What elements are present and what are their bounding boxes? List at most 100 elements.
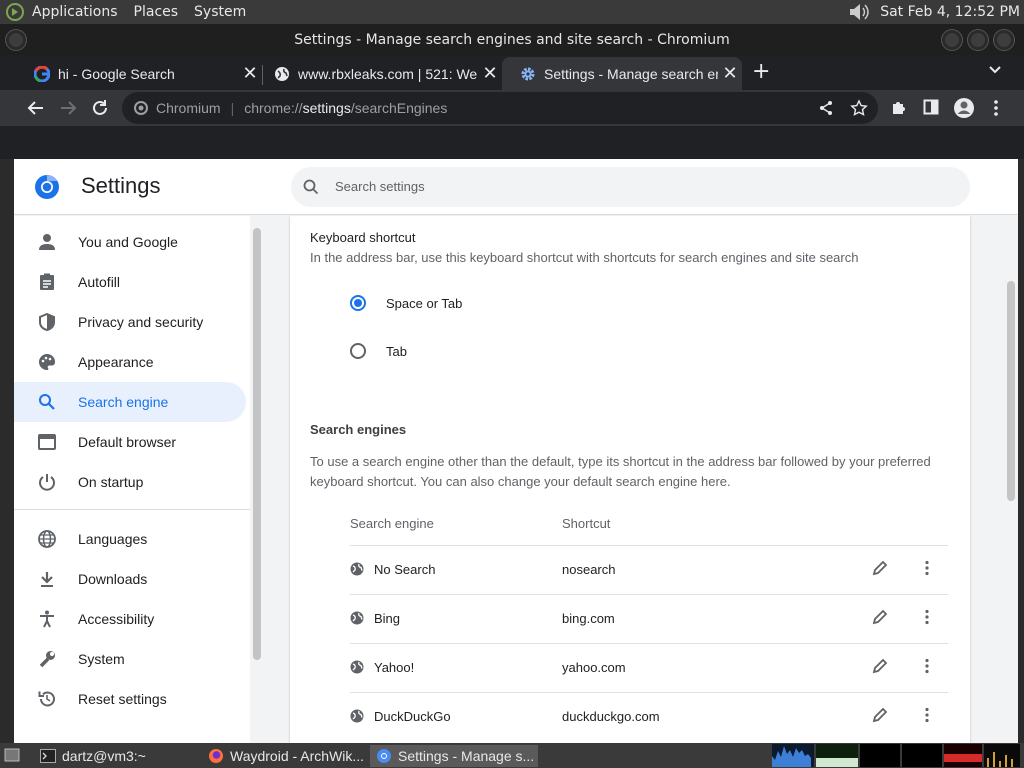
sidebar-item-downloads[interactable]: Downloads <box>14 559 246 599</box>
accessibility-icon <box>14 610 78 628</box>
radio-tab[interactable]: Tab <box>350 343 407 359</box>
minimize-button[interactable] <box>942 30 962 50</box>
engine-name: Bing <box>374 611 401 626</box>
sidebar-divider <box>14 509 250 510</box>
clock[interactable]: Sat Feb 4, 12:52 PM <box>880 4 1020 20</box>
bookmark-star-icon[interactable] <box>850 99 868 117</box>
search-engines-heading: Search engines <box>310 422 407 437</box>
page-scrollbar[interactable] <box>1004 216 1018 743</box>
sidebar-item-label: Default browser <box>78 434 177 450</box>
reload-icon[interactable] <box>90 98 110 118</box>
radio-button-unchecked[interactable] <box>350 343 366 359</box>
tab-settings[interactable]: Settings - Manage search engi ✕ <box>502 57 742 90</box>
back-arrow-icon[interactable] <box>26 98 46 118</box>
task-label: Waydroid - ArchWik... <box>230 748 365 764</box>
sidebar-item-languages[interactable]: Languages <box>14 519 246 559</box>
menu-places[interactable]: Places <box>134 4 187 20</box>
globe-icon <box>274 66 290 82</box>
engine-name: DuckDuckGo <box>374 709 451 724</box>
engine-name: No Search <box>374 562 436 577</box>
person-icon <box>14 233 78 251</box>
more-actions-icon[interactable] <box>924 609 930 625</box>
maximize-button[interactable] <box>968 30 988 50</box>
globe-icon <box>350 611 364 625</box>
browser-toolbar: Chromium | chrome://settings/searchEngin… <box>0 90 1024 126</box>
close-window-button[interactable] <box>994 30 1014 50</box>
sidebar-item-label: Accessibility <box>78 611 155 627</box>
search-settings-input[interactable]: Search settings <box>291 167 970 207</box>
side-panel-icon[interactable] <box>923 99 939 115</box>
top-panel: Applications Places System Sat Feb 4, 12… <box>0 0 1024 24</box>
search-engines-description-2: keyboard shortcut. You can also change y… <box>310 474 731 489</box>
reset-icon <box>14 690 78 708</box>
sidebar-scroll-thumb[interactable] <box>253 228 261 660</box>
sidebar-item-accessibility[interactable]: Accessibility <box>14 599 246 639</box>
sidebar-item-you-and-google[interactable]: You and Google <box>14 222 246 262</box>
show-desktop-icon[interactable] <box>4 748 20 762</box>
page-scroll-thumb[interactable] <box>1007 281 1015 501</box>
sidebar-item-label: System <box>78 651 125 667</box>
edit-pencil-icon[interactable] <box>872 609 888 625</box>
table-row: No Search nosearch <box>350 545 948 594</box>
chromium-site-icon[interactable] <box>134 101 148 115</box>
address-bar[interactable]: Chromium | chrome://settings/searchEngin… <box>122 92 878 124</box>
distro-logo-icon[interactable] <box>6 3 24 21</box>
memory-monitor-graph <box>816 744 858 767</box>
sidebar-item-on-startup[interactable]: On startup <box>14 462 246 502</box>
engine-name: Yahoo! <box>374 660 415 675</box>
sidebar-item-search-engine[interactable]: Search engine <box>14 382 246 422</box>
radio-space-or-tab[interactable]: Space or Tab <box>350 295 462 311</box>
task-terminal[interactable]: dartz@vm3:~ <box>34 745 198 767</box>
more-actions-icon[interactable] <box>924 707 930 723</box>
shield-icon <box>14 313 78 331</box>
share-icon[interactable] <box>818 100 834 116</box>
omnibox-divider: | <box>230 100 235 116</box>
tab-search-chevron-icon[interactable] <box>988 63 1002 77</box>
task-chromium[interactable]: Settings - Manage s... <box>370 745 538 767</box>
tab-label: www.rbxleaks.com | 521: Web <box>298 65 478 82</box>
sidebar-item-appearance[interactable]: Appearance <box>14 342 246 382</box>
task-firefox[interactable]: Waydroid - ArchWik... <box>202 745 368 767</box>
sidebar-scrollbar[interactable] <box>250 216 264 743</box>
sidebar-item-privacy[interactable]: Privacy and security <box>14 302 246 342</box>
more-actions-icon[interactable] <box>924 658 930 674</box>
sidebar-item-system[interactable]: System <box>14 639 246 679</box>
url-prefix: chrome:// <box>244 100 303 116</box>
tab-rbxleaks[interactable]: www.rbxleaks.com | 521: Web ✕ <box>256 57 502 90</box>
url-path: /searchEngines <box>350 100 448 116</box>
close-tab-icon[interactable]: ✕ <box>718 63 742 84</box>
edit-pencil-icon[interactable] <box>872 560 888 576</box>
new-tab-button[interactable]: + <box>752 61 770 83</box>
swap-monitor-graph <box>902 744 942 767</box>
system-monitor-applets[interactable] <box>772 744 1022 767</box>
engine-shortcut: duckduckgo.com <box>562 709 660 724</box>
sidebar-item-reset[interactable]: Reset settings <box>14 679 246 719</box>
sidebar-item-default-browser[interactable]: Default browser <box>14 422 246 462</box>
sidebar-item-label: You and Google <box>78 234 178 250</box>
task-label: dartz@vm3:~ <box>62 748 146 764</box>
sidebar-item-label: Appearance <box>78 354 154 370</box>
close-tab-icon[interactable]: ✕ <box>478 63 502 84</box>
tab-strip: hi - Google Search ✕ www.rbxleaks.com | … <box>0 55 1024 90</box>
chrome-menu-icon[interactable] <box>990 99 1002 117</box>
volume-icon[interactable] <box>848 2 870 22</box>
tab-google-search[interactable]: hi - Google Search ✕ <box>16 57 262 90</box>
window-titlebar[interactable]: Settings - Manage search engines and sit… <box>0 24 1024 55</box>
sidebar-item-label: Languages <box>78 531 148 547</box>
menu-system[interactable]: System <box>194 4 254 20</box>
window-menu-icon[interactable] <box>6 30 26 50</box>
more-actions-icon[interactable] <box>924 560 930 576</box>
menu-applications[interactable]: Applications <box>32 4 126 20</box>
forward-arrow-icon[interactable] <box>58 98 78 118</box>
sidebar-item-autofill[interactable]: Autofill <box>14 262 246 302</box>
edit-pencil-icon[interactable] <box>872 707 888 723</box>
column-header-shortcut: Shortcut <box>562 516 611 531</box>
extensions-puzzle-icon[interactable] <box>890 98 908 116</box>
edit-pencil-icon[interactable] <box>872 658 888 674</box>
sidebar-item-label: Downloads <box>78 571 148 587</box>
sidebar-item-label: Privacy and security <box>78 314 204 330</box>
profile-avatar-icon[interactable] <box>953 97 975 119</box>
toolbar-bottom-band <box>0 126 1024 159</box>
table-row: DuckDuckGo duckduckgo.com <box>350 692 948 741</box>
radio-button-checked[interactable] <box>350 295 366 311</box>
